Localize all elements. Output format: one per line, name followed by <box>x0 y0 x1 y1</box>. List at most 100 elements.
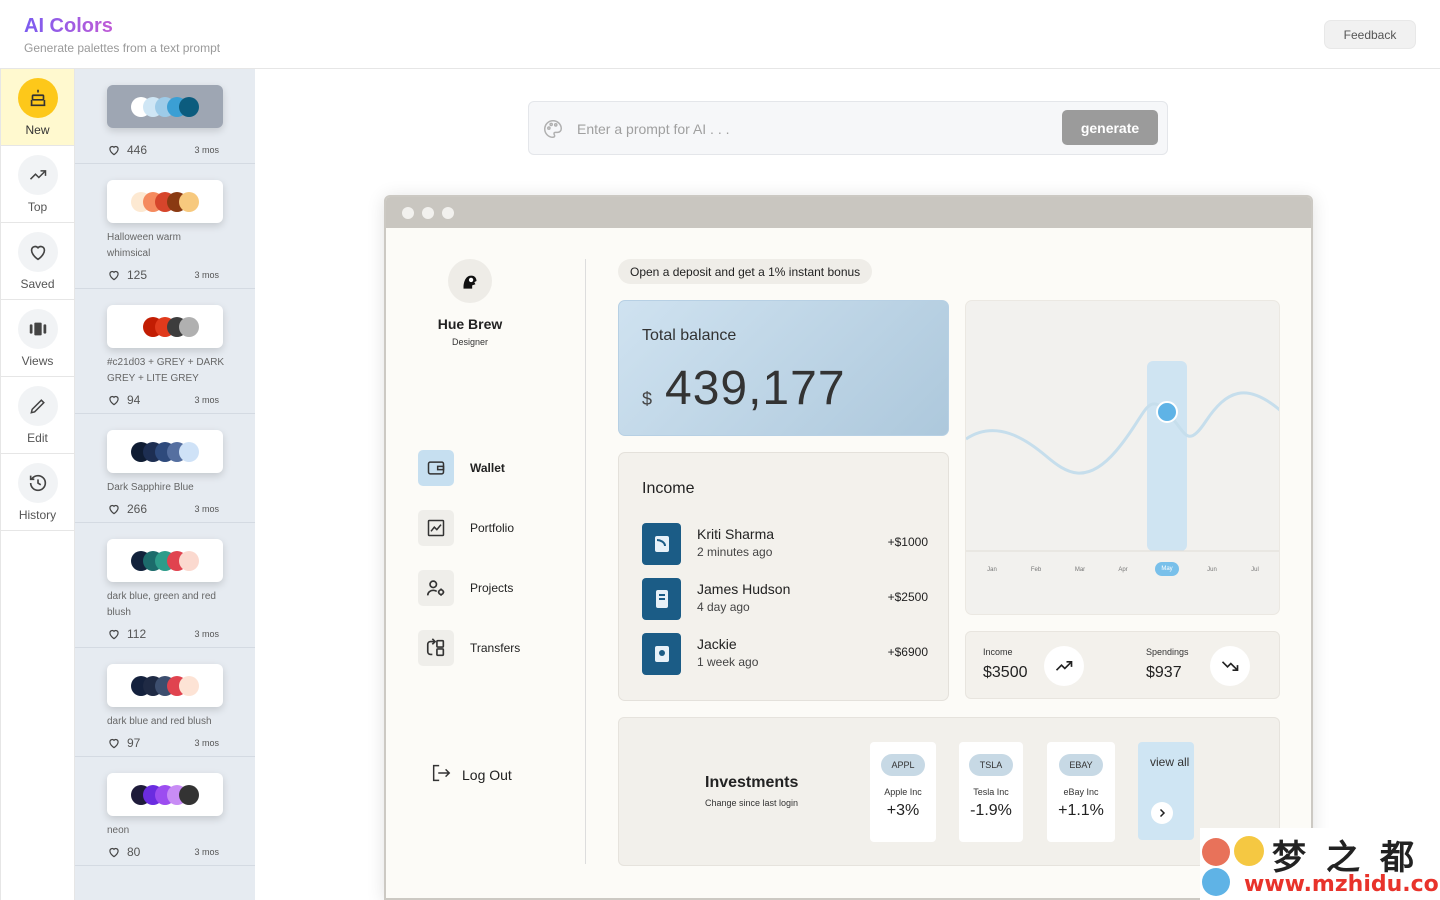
menu-item-portfolio[interactable]: Portfolio <box>418 510 520 546</box>
nav-label: Saved <box>20 276 55 291</box>
transaction-row[interactable]: Jackie 1 week ago +$6900 <box>642 633 928 675</box>
wallet-icon <box>418 450 454 486</box>
heart-icon[interactable] <box>107 268 121 282</box>
prompt-bar: generate <box>528 101 1168 155</box>
palette-item[interactable]: dark blue, green and red blush 112 3 mos <box>75 523 255 648</box>
transaction-time: 4 day ago <box>697 600 750 614</box>
profile-card: Hue Brew Designer <box>418 259 522 347</box>
trending-up-icon[interactable] <box>1044 646 1084 686</box>
chart-point[interactable] <box>1156 401 1178 423</box>
chart-line <box>966 391 1279 475</box>
palette-name: #c21d03 + GREY + DARK GREY + LITE GREY <box>107 357 225 384</box>
menu-item-projects[interactable]: Projects <box>418 570 520 606</box>
balance-currency: $ <box>642 389 653 409</box>
palette-date: 3 mos <box>194 145 219 155</box>
stock-card[interactable]: EBAY eBay Inc +1.1% <box>1047 742 1115 842</box>
user-settings-icon <box>418 570 454 606</box>
generate-button[interactable]: generate <box>1062 110 1158 145</box>
menu-item-wallet[interactable]: Wallet <box>418 450 520 486</box>
like-count: 97 <box>127 736 141 750</box>
palette-swatches[interactable] <box>107 85 223 128</box>
month-label-selected[interactable]: May <box>1155 562 1179 576</box>
nav-item-saved[interactable]: Saved <box>1 223 74 300</box>
swatch-row <box>131 96 199 117</box>
like-count: 446 <box>127 143 148 157</box>
window-dot <box>402 207 414 219</box>
watermark: 梦之都 www.mzhidu.com <box>1200 828 1440 900</box>
transaction-name: James Hudson <box>697 581 791 597</box>
palette-icon <box>542 118 564 145</box>
logout-icon <box>430 762 452 787</box>
month-label: Jun <box>1207 567 1217 573</box>
palette-name: dark blue, green and red blush <box>107 591 216 618</box>
income-label: Income <box>983 647 1013 657</box>
nav-item-edit[interactable]: Edit <box>1 377 74 454</box>
feedback-button[interactable]: Feedback <box>1324 20 1416 49</box>
palette-item[interactable]: #c21d03 + GREY + DARK GREY + LITE GREY 94… <box>75 289 255 414</box>
palette-date: 3 mos <box>194 738 219 748</box>
palette-swatches[interactable] <box>107 539 223 582</box>
palette-swatches[interactable] <box>107 664 223 707</box>
color-swatch <box>179 316 199 337</box>
promo-badge[interactable]: Open a deposit and get a 1% instant bonu… <box>618 259 873 284</box>
nav-item-history[interactable]: History <box>1 454 74 531</box>
nav-label: Top <box>27 199 48 214</box>
heart-icon[interactable] <box>107 627 121 641</box>
transaction-name: Kriti Sharma <box>697 526 775 542</box>
palette-swatches[interactable] <box>107 305 223 348</box>
transaction-row[interactable]: James Hudson 4 day ago +$2500 <box>642 578 928 620</box>
chart-icon <box>418 510 454 546</box>
transaction-row[interactable]: Kriti Sharma 2 minutes ago +$1000 <box>642 523 928 565</box>
heart-icon[interactable] <box>107 845 121 859</box>
heart-icon[interactable] <box>107 143 121 157</box>
watermark-face-icon <box>1202 838 1230 866</box>
nav-item-top[interactable]: Top <box>1 146 74 223</box>
month-label: Jul <box>1251 567 1259 573</box>
palette-item[interactable]: Dark Sapphire Blue 266 3 mos <box>75 414 255 523</box>
logout-button[interactable]: Log Out <box>430 762 512 787</box>
palette-item[interactable]: 446 3 mos <box>75 69 255 164</box>
menu-label: Wallet <box>470 461 505 475</box>
palette-item[interactable]: dark blue and red blush 97 3 mos <box>75 648 255 757</box>
palette-swatches[interactable] <box>107 430 223 473</box>
swatch-row <box>131 784 199 805</box>
nav-item-views[interactable]: Views <box>1 300 74 377</box>
heart-icon[interactable] <box>107 502 121 516</box>
transaction-time: 2 minutes ago <box>697 545 773 559</box>
prompt-input[interactable] <box>577 117 1047 141</box>
heart-icon <box>17 231 58 272</box>
stock-card[interactable]: TSLA Tesla Inc -1.9% <box>959 742 1023 842</box>
palette-name: Halloween warm whimsical <box>107 232 181 259</box>
month-label: Feb <box>1030 567 1042 573</box>
transfer-icon <box>418 630 454 666</box>
heart-icon[interactable] <box>107 393 121 407</box>
palette-meta: 80 3 mos <box>107 839 219 865</box>
stock-change: -1.9% <box>970 802 1012 819</box>
trending-down-icon[interactable] <box>1210 646 1250 686</box>
main-nav: New Top Saved Views Edit History <box>0 69 75 900</box>
stock-change: +1.1% <box>1058 802 1104 819</box>
palette-swatches[interactable] <box>107 773 223 816</box>
nav-label: Views <box>21 353 54 368</box>
menu-item-transfers[interactable]: Transfers <box>418 630 520 666</box>
palette-date: 3 mos <box>194 629 219 639</box>
watermark-face-icon <box>1202 868 1230 896</box>
menu-label: Projects <box>470 581 514 595</box>
nav-item-new[interactable]: New <box>1 69 74 146</box>
stock-card[interactable]: APPL Apple Inc +3% <box>870 742 936 842</box>
stock-name: Apple Inc <box>884 787 922 797</box>
view-all-button[interactable]: view all <box>1138 742 1194 840</box>
stock-name: eBay Inc <box>1063 787 1099 797</box>
palette-swatches[interactable] <box>107 180 223 223</box>
view-all-label: view all <box>1150 755 1190 769</box>
palette-item[interactable]: neon 80 3 mos <box>75 757 255 866</box>
palette-meta: 112 3 mos <box>107 621 219 647</box>
palette-name: neon <box>107 825 130 836</box>
transaction-amount: +$1000 <box>887 535 928 549</box>
color-swatch <box>179 675 199 696</box>
palette-meta: 94 3 mos <box>107 387 219 413</box>
palette-item[interactable]: Halloween warm whimsical 125 3 mos <box>75 164 255 289</box>
heart-icon[interactable] <box>107 736 121 750</box>
app-logo[interactable]: AI Colors <box>24 15 113 38</box>
stock-ticker: TSLA <box>969 754 1013 776</box>
